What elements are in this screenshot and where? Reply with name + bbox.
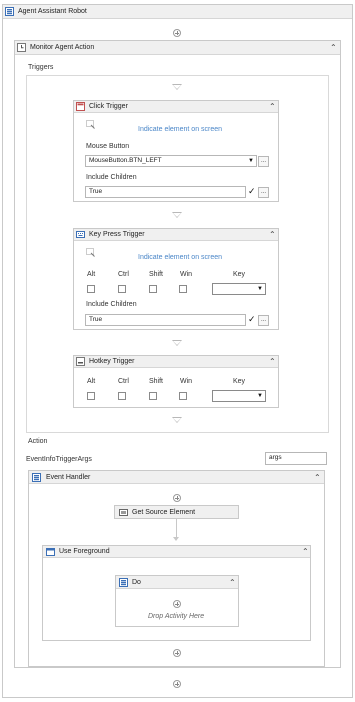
mouse-button-ellipsis-button[interactable]: ... [258,156,269,167]
add-activity-icon[interactable] [173,494,181,502]
win-checkbox[interactable] [179,285,187,293]
chevron-down-icon[interactable]: ▼ [257,286,263,292]
key-label: Key [233,378,246,385]
get-element-icon [119,508,128,517]
collapse-icon[interactable]: ⌃ [269,231,276,239]
drop-arrow-icon[interactable] [172,84,182,90]
args-type-label: EventInfoTriggerArgs [26,456,92,463]
collapse-icon[interactable]: ⌃ [229,579,236,587]
use-foreground-header[interactable]: Use Foreground ⌃ [43,546,310,558]
win-label: Win [180,271,193,278]
monitor-header[interactable]: Monitor Agent Action ⌃ [15,41,340,55]
sequence-icon [5,7,14,16]
checkmark-icon[interactable]: ✓ [248,186,256,197]
mouse-button-select[interactable]: MouseButton.BTN_LEFT ▼ [85,155,257,167]
ctrl-label: Ctrl [118,271,129,278]
do-header[interactable]: Do ⌃ [116,576,238,589]
key-select[interactable]: ▼ [212,283,266,295]
args-name-input[interactable]: args [265,452,327,465]
drop-activity-placeholder[interactable]: Drop Activity Here [148,613,204,620]
include-children-input[interactable]: True [85,314,246,326]
ctrl-label: Ctrl [118,378,129,385]
use-foreground-title: Use Foreground [59,548,110,555]
do-title: Do [132,579,141,586]
args-name-value: args [269,454,282,461]
element-picker-icon[interactable] [86,248,95,257]
sequence-icon [32,473,41,482]
shift-checkbox[interactable] [149,285,157,293]
indicate-element-link[interactable]: Indicate element on screen [138,126,222,133]
drop-arrow-icon[interactable] [172,340,182,346]
ctrl-checkbox[interactable] [118,392,126,400]
window-icon [46,548,55,557]
monitor-title: Monitor Agent Action [30,44,95,51]
key-press-trigger-title: Key Press Trigger [89,231,145,238]
add-activity-bottom-icon[interactable] [173,680,181,688]
chevron-down-icon[interactable]: ▼ [248,158,254,164]
collapse-icon[interactable]: ⌃ [314,474,321,482]
alt-checkbox[interactable] [87,392,95,400]
win-label: Win [180,378,193,385]
ctrl-checkbox[interactable] [118,285,126,293]
triggers-label: Triggers [28,64,54,71]
collapse-icon[interactable]: ⌃ [269,103,276,111]
mouse-click-icon [76,102,85,111]
hotkey-trigger[interactable]: Hotkey Trigger ⌃ Alt Ctrl Shift Win Key … [73,355,279,408]
key-press-trigger-header[interactable]: Key Press Trigger ⌃ [74,229,278,241]
sequence-icon [119,578,128,587]
hotkey-icon [76,357,85,366]
indicate-element-link[interactable]: Indicate element on screen [138,254,222,261]
keyboard-icon [76,230,85,239]
include-children-label: Include Children [86,174,137,181]
include-children-label: Include Children [86,301,137,308]
event-handler-title: Event Handler [46,474,91,481]
include-children-value: True [89,316,103,323]
do-sequence[interactable]: Do ⌃ Drop Activity Here [115,575,239,627]
element-picker-icon[interactable] [86,120,95,129]
alt-label: Alt [87,378,96,385]
alt-label: Alt [87,271,96,278]
add-activity-icon[interactable] [173,600,181,608]
hotkey-trigger-title: Hotkey Trigger [89,358,135,365]
action-label: Action [28,438,48,445]
click-trigger-header[interactable]: Click Trigger ⌃ [74,101,278,113]
win-checkbox[interactable] [179,392,187,400]
collapse-icon[interactable]: ⌃ [302,548,309,556]
collapse-icon[interactable]: ⌃ [330,44,337,52]
include-children-value: True [89,188,103,195]
robot-header[interactable]: Agent Assistant Robot [3,5,352,19]
drop-arrow-icon[interactable] [172,212,182,218]
connector-arrow-icon [173,537,179,541]
chevron-down-icon[interactable]: ▼ [257,393,263,399]
mouse-button-label: Mouse Button [86,143,130,150]
robot-title: Agent Assistant Robot [18,8,87,15]
click-trigger-title: Click Trigger [89,103,128,110]
mouse-button-value: MouseButton.BTN_LEFT [89,157,162,164]
shift-checkbox[interactable] [149,392,157,400]
key-label: Key [233,271,246,278]
get-source-element[interactable]: Get Source Element [114,505,239,519]
key-select[interactable]: ▼ [212,390,266,402]
add-activity-top-icon[interactable] [173,29,181,37]
monitor-icon [17,43,26,52]
alt-checkbox[interactable] [87,285,95,293]
hotkey-trigger-header[interactable]: Hotkey Trigger ⌃ [74,356,278,368]
connector-line [176,519,177,539]
drop-arrow-icon[interactable] [172,417,182,423]
checkmark-icon[interactable]: ✓ [248,314,256,325]
shift-label: Shift [149,378,164,385]
shift-label: Shift [149,271,164,278]
get-source-element-title: Get Source Element [132,509,196,516]
add-activity-icon[interactable] [173,649,181,657]
include-children-ellipsis-button[interactable]: ... [258,187,269,198]
include-children-input[interactable]: True [85,186,246,198]
click-trigger[interactable]: Click Trigger ⌃ Indicate element on scre… [73,100,279,202]
include-children-ellipsis-button[interactable]: ... [258,315,269,326]
key-press-trigger[interactable]: Key Press Trigger ⌃ Indicate element on … [73,228,279,330]
collapse-icon[interactable]: ⌃ [269,358,276,366]
event-handler-header[interactable]: Event Handler ⌃ [29,471,324,484]
